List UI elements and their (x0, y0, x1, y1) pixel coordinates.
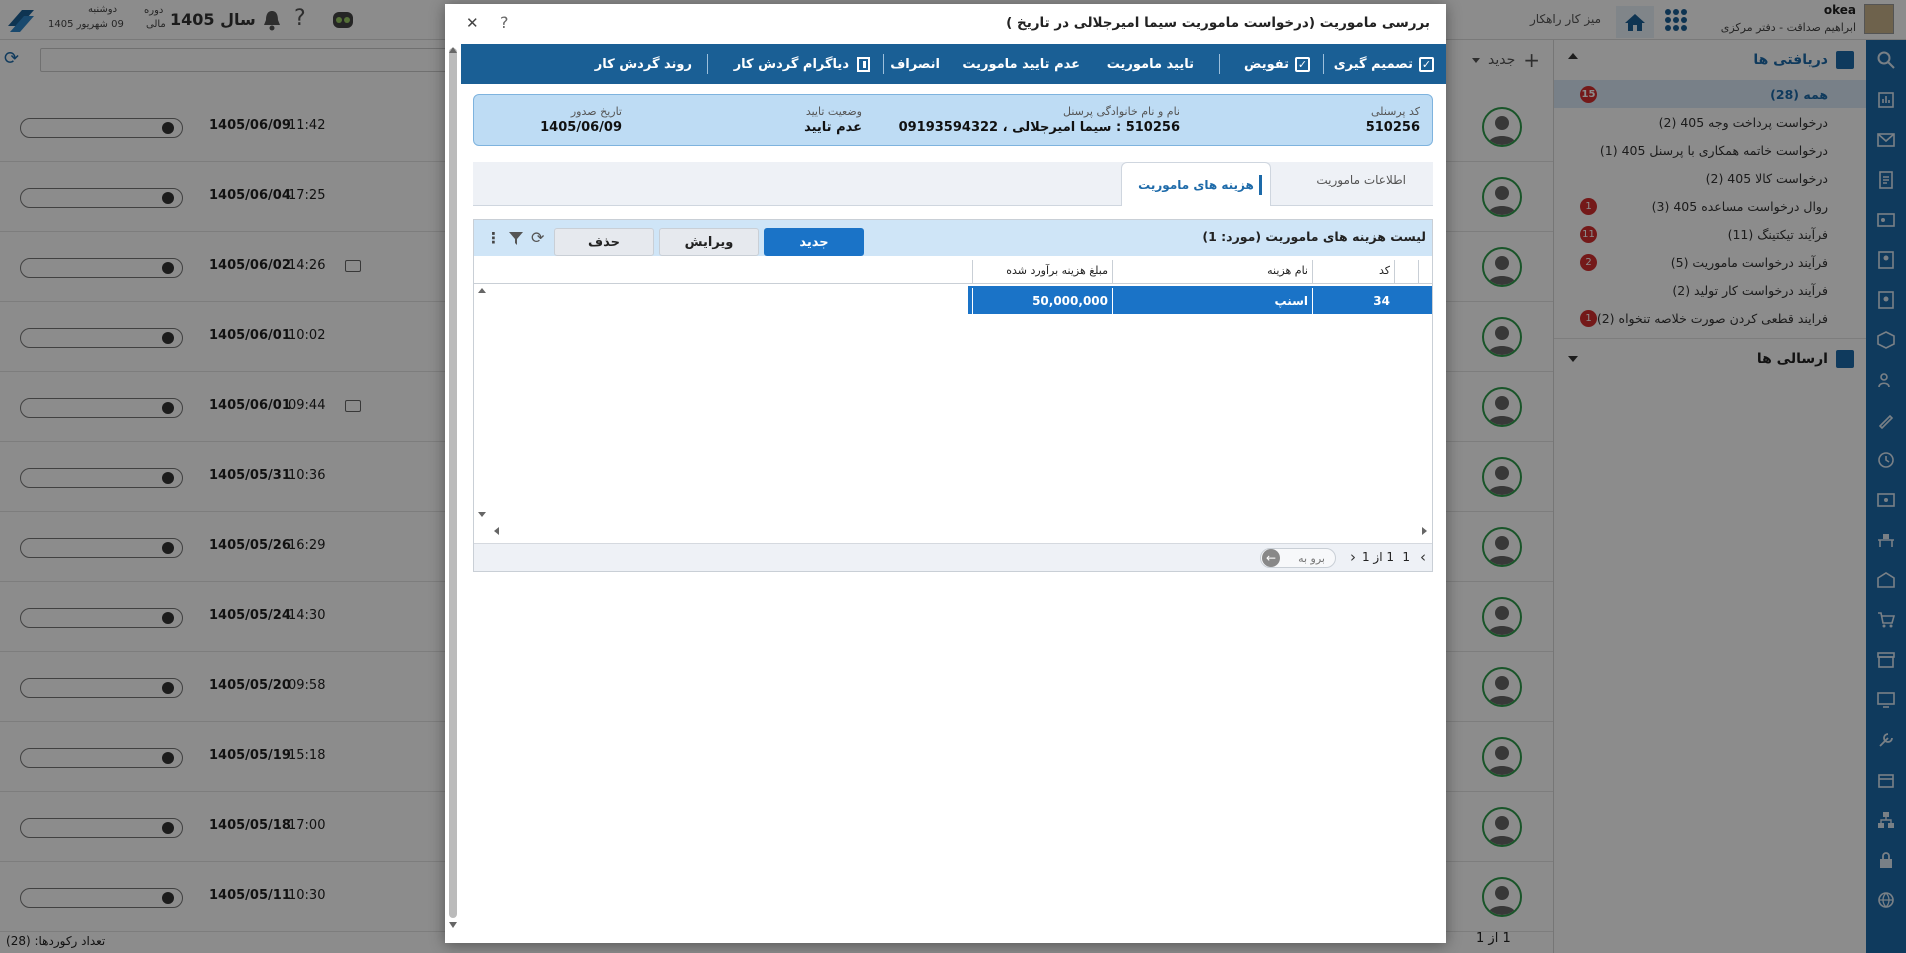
diagram-label: دیاگرام گردش کار (733, 56, 849, 72)
tab-indicator (1259, 175, 1262, 195)
col-marker-header (1394, 260, 1418, 283)
dialog-toolbar: ✓ تصمیم گیری ✓ تفویض تایید ماموریت عدم ت… (461, 44, 1446, 84)
grid-scroll-left-icon[interactable] (494, 527, 499, 535)
diagram-icon (857, 56, 870, 72)
personnel-code-value: 510256 (1365, 120, 1420, 135)
grid-title: لیست هزینه های ماموریت (مورد: 1) (1202, 229, 1426, 244)
col-name-header[interactable]: نام هزینه (1112, 260, 1312, 283)
personnel-name-label: نام و نام خانوادگی پرسنل (1063, 105, 1180, 118)
reject-button[interactable]: عدم تایید ماموریت (962, 44, 1080, 84)
toolbar-separator (1323, 54, 1324, 74)
approve-button[interactable]: تایید ماموریت (1107, 44, 1194, 84)
grid-toolbar: لیست هزینه های ماموریت (مورد: 1) جدید وی… (474, 220, 1432, 256)
checkbox-icon: ✓ (1419, 56, 1434, 72)
scroll-down-icon[interactable] (449, 922, 457, 928)
col-selector-header (1418, 260, 1432, 283)
decide-label: تصمیم گیری (1333, 56, 1413, 72)
scroll-up-icon[interactable] (449, 47, 457, 53)
delegate-label: تفویض (1243, 56, 1289, 72)
issue-date-value: 1405/06/09 (540, 120, 622, 135)
app: okea ابراهیم صداقت - دفتر مرکزی میز کار … (0, 0, 1906, 953)
col-code-header[interactable]: کد (1312, 260, 1394, 283)
goto-arrow-icon[interactable]: ← (1262, 549, 1280, 567)
page-of: 1 از 1 (1361, 550, 1394, 564)
more-options-icon[interactable]: ⋮ (486, 229, 501, 247)
grid-scroll-down-icon[interactable] (478, 512, 486, 517)
delegate-button[interactable]: ✓ تفویض (1244, 44, 1310, 84)
page-number: 1 (1402, 550, 1410, 564)
refresh-icon[interactable]: ⟳ (531, 228, 544, 247)
row-code-cell[interactable]: 34 (1312, 288, 1394, 314)
workflow-diagram-button[interactable]: دیاگرام گردش کار (734, 44, 870, 84)
personnel-info-box: کد پرسنلی 510256 نام و نام خانوادگی پرسن… (473, 94, 1433, 146)
grid-pager: ‹ 1 1 از 1 › برو به ← (474, 543, 1432, 571)
prev-page-icon[interactable]: ‹ (1420, 548, 1426, 566)
personnel-code-label: کد پرسنلی (1371, 105, 1420, 118)
approval-status-label: وضعیت تایید (805, 105, 862, 118)
toolbar-separator (707, 54, 708, 74)
checkbox-icon: ✓ (1295, 56, 1310, 72)
approval-status-value: عدم تایید (804, 120, 862, 135)
next-page-icon[interactable]: › (1350, 548, 1356, 566)
help-button[interactable]: ? (500, 13, 509, 32)
issue-date-label: تاریخ صدور (570, 105, 622, 118)
personnel-name-value: 510256 : سیما امیرجلالی ، 09193594322 (898, 120, 1180, 135)
col-amount-header[interactable]: مبلغ هزینه برآورد شده (972, 260, 1112, 283)
new-expense-button[interactable]: جدید (764, 228, 864, 256)
row-amount-cell[interactable]: 50,000,000 (972, 288, 1112, 314)
mission-review-dialog: بررسی ماموریت (درخواست ماموریت سیما امیر… (445, 4, 1446, 943)
decide-button[interactable]: ✓ تصمیم گیری (1334, 44, 1434, 84)
filter-icon[interactable] (508, 230, 524, 246)
edit-expense-button[interactable]: ویرایش (659, 228, 759, 256)
tab-mission-expenses[interactable]: هزینه های ماموریت (1121, 162, 1271, 206)
goto-page-label: برو به (1298, 552, 1325, 565)
close-button[interactable]: ✕ (466, 14, 479, 32)
cancel-button[interactable]: انصراف (890, 44, 940, 84)
tab-mission-expenses-label: هزینه های ماموریت (1138, 177, 1254, 192)
toolbar-separator (1219, 54, 1220, 74)
row-name-cell[interactable]: اسنپ (1112, 288, 1312, 314)
dialog-tabs: اطلاعات ماموریت هزینه های ماموریت (473, 162, 1433, 206)
dialog-scrollbar[interactable] (449, 48, 457, 918)
tab-mission-info[interactable]: اطلاعات ماموریت (1316, 173, 1406, 187)
toolbar-separator (883, 54, 884, 74)
workflow-process-button[interactable]: روند گردش کار (595, 44, 692, 84)
grid-scroll-up-icon[interactable] (478, 288, 486, 293)
dialog-title: بررسی ماموریت (درخواست ماموریت سیما امیر… (1006, 15, 1430, 31)
delete-expense-button[interactable]: حذف (554, 228, 654, 256)
grid-scroll-right-icon[interactable] (1422, 527, 1427, 535)
expenses-grid: لیست هزینه های ماموریت (مورد: 1) جدید وی… (473, 219, 1433, 572)
